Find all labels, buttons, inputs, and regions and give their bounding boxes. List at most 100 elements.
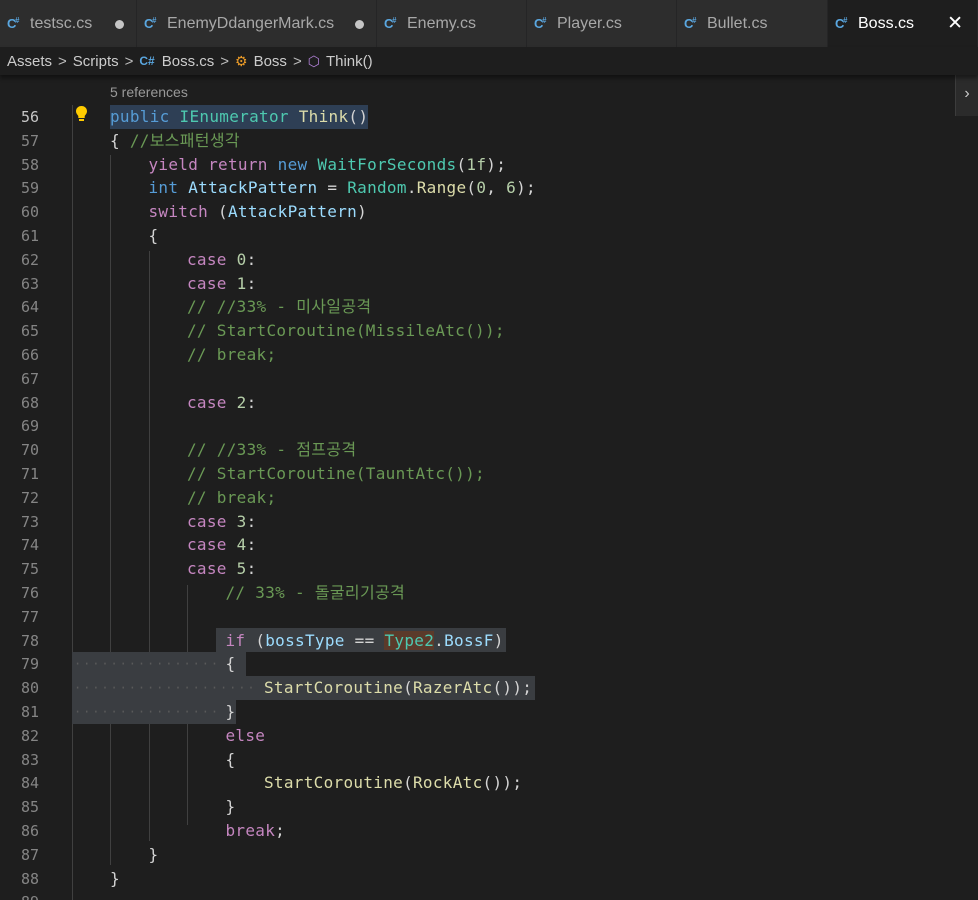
line-number: 67 xyxy=(20,369,39,388)
codelens-references[interactable]: 5 references xyxy=(110,84,188,100)
code-line[interactable]: 86 break; xyxy=(0,819,978,843)
code-text: // break; xyxy=(187,487,277,507)
line-number: 80 xyxy=(20,679,39,698)
code-line[interactable]: 60 switch (AttackPattern) xyxy=(0,200,978,224)
code-line[interactable]: 64 // //33% - 미사일공격 xyxy=(0,295,978,319)
breadcrumb-item-scripts[interactable]: Scripts xyxy=(73,53,119,70)
code-text: case 5: xyxy=(187,559,257,579)
code-line[interactable]: 75 case 5: xyxy=(0,557,978,581)
line-number: 83 xyxy=(20,750,39,769)
code-editor[interactable]: 5 references ················ ··········… xyxy=(0,75,978,900)
code-line[interactable]: 66 // break; xyxy=(0,343,978,367)
code-text: // //33% - 미사일공격 xyxy=(187,297,372,317)
code-line[interactable]: 78 if (bossType == Type2.BossF) xyxy=(0,629,978,653)
code-line[interactable]: 83 { xyxy=(0,748,978,772)
code-text: else xyxy=(225,725,266,745)
code-text: // StartCoroutine(TauntAtc()); xyxy=(187,464,485,483)
code-line[interactable]: 79 { xyxy=(0,652,978,676)
code-line[interactable]: 73 case 3: xyxy=(0,510,978,534)
line-number: 56 xyxy=(20,108,39,126)
line-number: 68 xyxy=(20,393,39,412)
csharp-file-icon: C xyxy=(835,14,850,31)
code-line[interactable]: 77 xyxy=(0,605,978,629)
code-text: { xyxy=(225,654,236,674)
breadcrumb: Assets > Scripts > C# Boss.cs > ⚙ Boss >… xyxy=(0,47,978,75)
code-text: } xyxy=(225,702,236,721)
code-line[interactable]: 80 StartCoroutine(RazerAtc()); xyxy=(0,676,978,700)
code-text: } xyxy=(225,797,236,817)
tab-player[interactable]: C Player.cs xyxy=(527,0,677,47)
line-number: 59 xyxy=(20,179,39,198)
breadcrumb-item-file[interactable]: Boss.cs xyxy=(162,53,215,70)
code-line[interactable]: 69 xyxy=(0,414,978,438)
code-text: if (bossType == Type2.BossF) xyxy=(225,630,504,650)
code-text: { //보스패턴생각 xyxy=(110,130,240,150)
tab-testsc[interactable]: C testsc.cs xyxy=(0,0,137,47)
unsaved-dot-icon[interactable] xyxy=(115,20,124,29)
code-line[interactable]: 68 case 2: xyxy=(0,391,978,415)
code-line[interactable]: 62 case 0: xyxy=(0,248,978,272)
editor-tab-bar: C testsc.cs C EnemyDdangerMark.cs C Enem… xyxy=(0,0,978,47)
line-number: 70 xyxy=(20,441,39,460)
code-line[interactable]: 57 { //보스패턴생각 xyxy=(0,129,978,153)
code-text: switch (AttackPattern) xyxy=(148,202,368,222)
close-tab-icon[interactable]: ✕ xyxy=(947,12,963,35)
code-line[interactable]: 56 public IEnumerator Think() xyxy=(0,105,978,129)
tab-label: Boss.cs xyxy=(858,14,915,32)
code-line[interactable]: 58 yield return new WaitForSeconds(1f); xyxy=(0,153,978,177)
code-line[interactable]: 67 xyxy=(0,367,978,391)
breadcrumb-item-method[interactable]: Think() xyxy=(326,53,373,70)
code-text: } xyxy=(148,844,159,864)
code-text: case 0: xyxy=(187,249,257,269)
tab-label: EnemyDdangerMark.cs xyxy=(167,14,335,32)
chevron-right-icon[interactable]: › xyxy=(955,72,978,116)
line-number: 71 xyxy=(20,465,39,483)
code-line[interactable]: 87} xyxy=(0,843,978,867)
code-line[interactable]: 76 // 33% - 돌굴리기공격 xyxy=(0,581,978,605)
tab-enemyddangermark[interactable]: C EnemyDdangerMark.cs xyxy=(137,0,377,47)
code-line[interactable]: 65 // StartCoroutine(MissileAtc()); xyxy=(0,319,978,343)
breadcrumb-item-assets[interactable]: Assets xyxy=(7,53,52,70)
tab-label: testsc.cs xyxy=(30,14,93,32)
line-number: 86 xyxy=(20,822,39,840)
code-text: StartCoroutine(RazerAtc()); xyxy=(264,678,533,698)
breadcrumb-item-class[interactable]: Boss xyxy=(254,53,287,70)
code-line[interactable]: 74 case 4: xyxy=(0,533,978,557)
tab-label: Enemy.cs xyxy=(407,14,477,32)
line-number: 75 xyxy=(20,560,39,579)
code-line[interactable]: 84 StartCoroutine(RockAtc()); xyxy=(0,771,978,795)
code-line[interactable]: 71 // StartCoroutine(TauntAtc()); xyxy=(0,462,978,486)
code-text: case 4: xyxy=(187,535,257,555)
chevron-right-icon: > xyxy=(58,52,67,70)
code-line[interactable]: 72 // break; xyxy=(0,486,978,510)
code-text: case 1: xyxy=(187,273,257,293)
code-text: break; xyxy=(225,821,286,840)
code-line[interactable]: 85} xyxy=(0,795,978,819)
code-line[interactable]: 70 // //33% - 점프공격 xyxy=(0,438,978,462)
csharp-file-icon: C xyxy=(534,14,549,31)
code-line[interactable]: 82 else xyxy=(0,724,978,748)
tab-label: Bullet.cs xyxy=(707,14,768,32)
line-number: 82 xyxy=(20,726,39,745)
code-line[interactable]: 88} xyxy=(0,867,978,891)
code-line[interactable]: 59 int AttackPattern = Random.Range(0, 6)… xyxy=(0,176,978,200)
line-number: 58 xyxy=(20,155,39,174)
code-text: // StartCoroutine(MissileAtc()); xyxy=(187,321,505,341)
class-icon: ⚙ xyxy=(235,52,248,69)
line-number: 60 xyxy=(20,203,39,222)
tab-enemy[interactable]: C Enemy.cs xyxy=(377,0,527,47)
unsaved-dot-icon[interactable] xyxy=(355,20,364,29)
csharp-file-icon: C xyxy=(684,14,699,31)
code-line[interactable]: 63 case 1: xyxy=(0,272,978,296)
line-number: 85 xyxy=(20,798,39,817)
tab-bullet[interactable]: C Bullet.cs xyxy=(677,0,828,47)
tab-boss[interactable]: C Boss.cs ✕ xyxy=(828,0,978,47)
code-line[interactable]: 81} xyxy=(0,700,978,724)
code-text: // //33% - 점프공격 xyxy=(187,440,357,460)
code-line[interactable]: 61 { xyxy=(0,224,978,248)
chevron-right-icon: > xyxy=(292,52,302,70)
code-line[interactable]: 89 xyxy=(0,890,978,900)
code-text: public IEnumerator Think() xyxy=(110,105,369,129)
csharp-file-icon: C xyxy=(144,14,159,31)
csharp-file-icon: C xyxy=(384,14,399,31)
